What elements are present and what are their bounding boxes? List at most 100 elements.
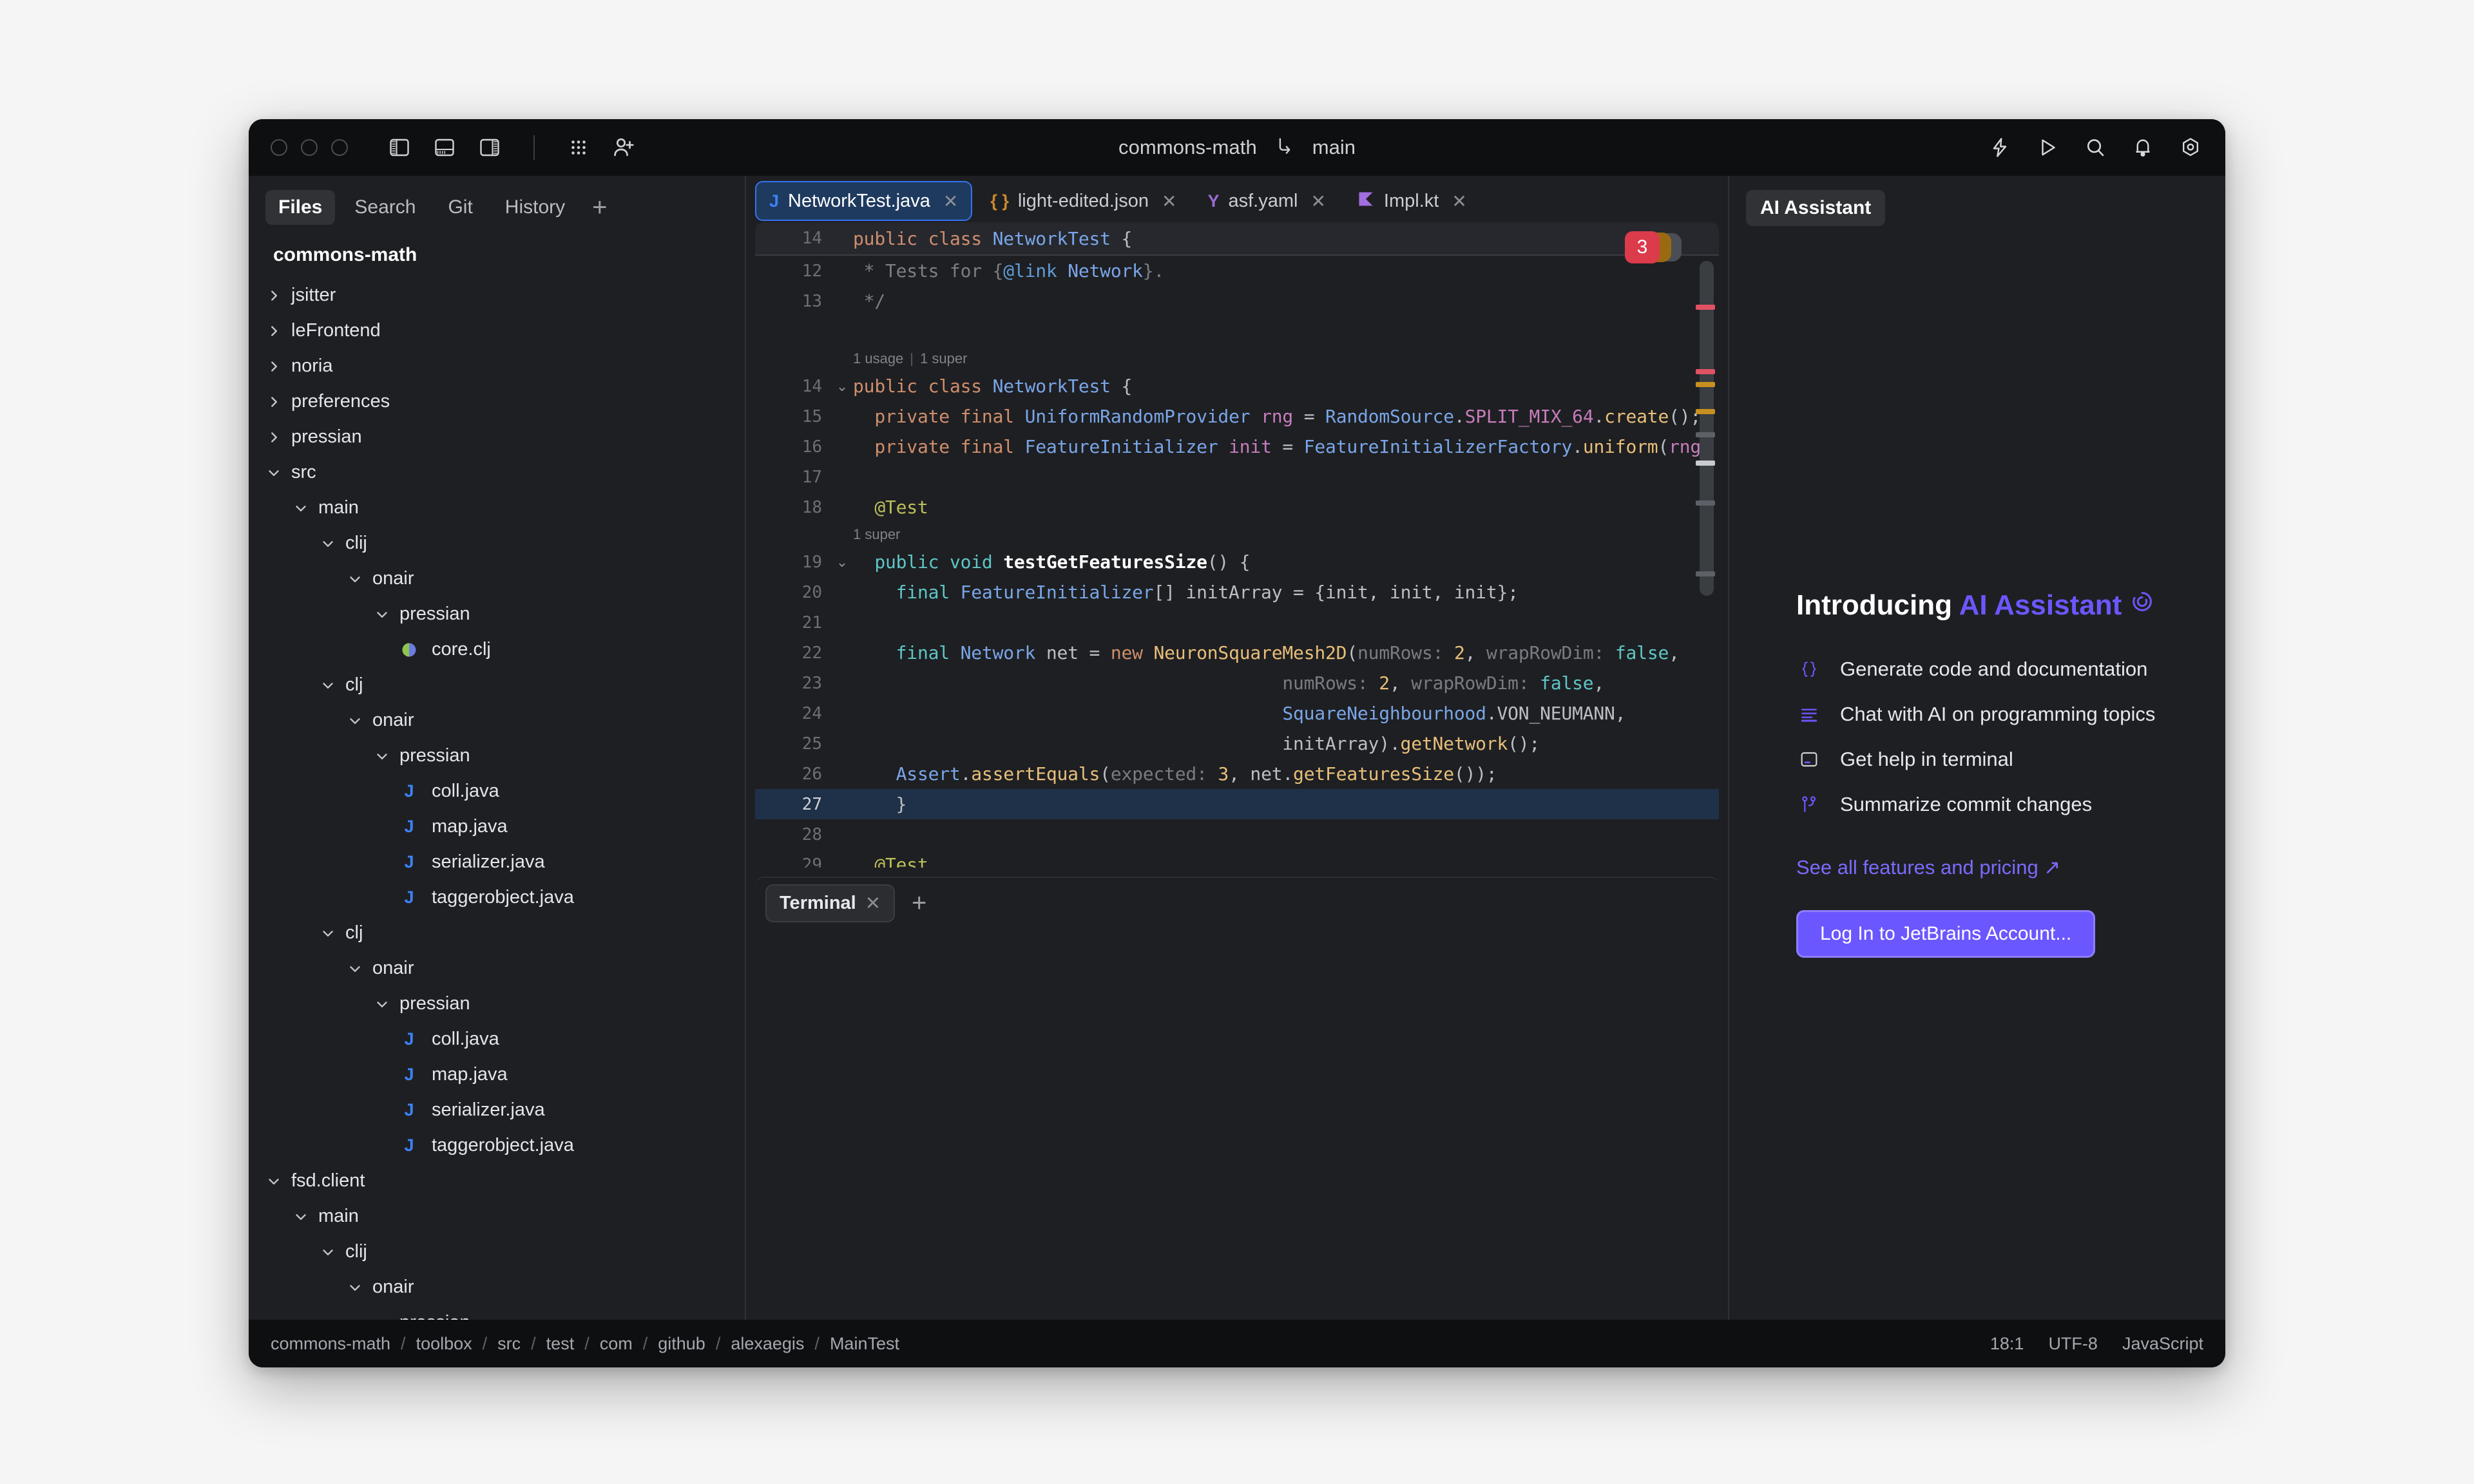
usage-hint[interactable]: 1 super	[853, 526, 900, 543]
code-line[interactable]: 19 ⌄ public void testGetFeaturesSize() {	[755, 547, 1719, 577]
tree-file-item[interactable]: Jserializer.java	[249, 844, 745, 880]
chevron-right-icon[interactable]	[263, 358, 285, 375]
terminal-output[interactable]	[755, 928, 1719, 1311]
sidebar-tab-history[interactable]: History	[492, 190, 578, 225]
ai-assistant-tab[interactable]: AI Assistant	[1746, 190, 1886, 226]
tree-folder-item[interactable]: jsitter	[249, 278, 745, 313]
app-grid-icon[interactable]	[566, 135, 591, 160]
inlay-hint-row[interactable]: 1 usage | 1 super	[755, 347, 1719, 371]
bottom-panel-icon[interactable]	[432, 135, 457, 160]
terminal-tab[interactable]: Terminal ✕	[765, 884, 896, 922]
chevron-down-icon[interactable]	[290, 1208, 312, 1225]
chevron-down-icon[interactable]	[263, 464, 285, 481]
add-user-icon[interactable]	[611, 135, 637, 160]
tree-file-item[interactable]: Jcoll.java	[249, 1022, 745, 1057]
sidebar-tab-git[interactable]: Git	[435, 190, 485, 225]
tree-folder-item[interactable]: src	[249, 455, 745, 490]
code-line-blank[interactable]: 28	[755, 819, 1719, 850]
code-line[interactable]: 24 SquareNeighbourhood.VON_NEUMANN,	[755, 698, 1719, 728]
chevron-down-icon[interactable]	[263, 1173, 285, 1190]
zoom-button[interactable]	[331, 139, 348, 156]
chevron-right-icon[interactable]	[263, 394, 285, 410]
tree-folder-item[interactable]: clj	[249, 915, 745, 951]
caret-position[interactable]: 18:1	[1990, 1334, 2024, 1354]
file-encoding[interactable]: UTF-8	[2048, 1334, 2098, 1354]
tree-file-item[interactable]: Jmap.java	[249, 809, 745, 844]
chevron-down-icon[interactable]	[371, 606, 393, 623]
code-line[interactable]: 25 initArray).getNetwork();	[755, 728, 1719, 759]
tree-folder-item[interactable]: onair	[249, 561, 745, 596]
usage-hint[interactable]: 1 usage | 1 super	[853, 350, 967, 367]
chevron-down-icon[interactable]	[317, 925, 339, 942]
tree-folder-item[interactable]: main	[249, 490, 745, 526]
code-line[interactable]: 15 private final UniformRandomProvider r…	[755, 401, 1719, 432]
left-panel-icon[interactable]	[387, 135, 412, 160]
chevron-down-icon[interactable]	[317, 677, 339, 694]
chevron-down-icon[interactable]	[317, 1244, 339, 1260]
add-sidebar-tab-button[interactable]: +	[584, 195, 615, 220]
tree-file-item[interactable]: Jmap.java	[249, 1057, 745, 1092]
breadcrumb-item[interactable]: MainTest	[830, 1334, 899, 1354]
tree-folder-item[interactable]: pressian	[249, 986, 745, 1022]
editor-tab-networktest[interactable]: J NetworkTest.java ✕	[755, 181, 973, 221]
tree-folder-item[interactable]: onair	[249, 1270, 745, 1305]
file-language[interactable]: JavaScript	[2122, 1334, 2203, 1354]
notifications-icon[interactable]	[2130, 135, 2156, 160]
code-line[interactable]: 29 @Test	[755, 850, 1719, 868]
minimize-button[interactable]	[301, 139, 318, 156]
chevron-right-icon[interactable]	[263, 287, 285, 304]
chevron-down-icon[interactable]	[344, 712, 366, 729]
chevron-down-icon[interactable]	[344, 571, 366, 587]
chevron-right-icon[interactable]	[263, 323, 285, 339]
chevron-down-icon[interactable]	[344, 1279, 366, 1296]
breadcrumb-item[interactable]: github	[658, 1334, 705, 1354]
tree-folder-item[interactable]: clij	[249, 1234, 745, 1270]
editor-markers[interactable]	[1693, 222, 1719, 868]
see-features-link[interactable]: See all features and pricing ↗	[1796, 856, 2185, 879]
inspection-badge[interactable]: 3	[1625, 231, 1682, 263]
close-button[interactable]	[271, 139, 287, 156]
close-icon[interactable]: ✕	[943, 191, 958, 212]
sidebar-tab-files[interactable]: Files	[265, 190, 336, 225]
tree-folder-item[interactable]: onair	[249, 951, 745, 986]
tree-folder-item[interactable]: main	[249, 1199, 745, 1234]
breadcrumb-item[interactable]: com	[600, 1334, 633, 1354]
chevron-down-icon[interactable]	[371, 748, 393, 765]
breadcrumb-item[interactable]: alexaegis	[731, 1334, 804, 1354]
tree-file-item[interactable]: core.clj	[249, 632, 745, 667]
code-line[interactable]: 23 numRows: 2, wrapRowDim: false,	[755, 668, 1719, 698]
tree-file-item[interactable]: Jserializer.java	[249, 1092, 745, 1128]
lightning-icon[interactable]	[1987, 135, 2013, 160]
tree-folder-item[interactable]: preferences	[249, 384, 745, 419]
chevron-down-icon[interactable]	[317, 535, 339, 552]
editor-tab-impl-kt[interactable]: Impl.kt ✕	[1344, 181, 1480, 221]
code-editor[interactable]: 3 14 public class NetworkTest { 12 * Tes…	[755, 222, 1719, 868]
search-icon[interactable]	[2082, 135, 2108, 160]
tree-folder-item[interactable]: leFrontend	[249, 313, 745, 348]
editor-tab-light-edited[interactable]: { } light-edited.json ✕	[977, 181, 1189, 221]
close-icon[interactable]: ✕	[865, 892, 881, 915]
tree-folder-item[interactable]: noria	[249, 348, 745, 384]
add-terminal-button[interactable]: +	[903, 890, 935, 916]
close-icon[interactable]: ✕	[1452, 191, 1466, 212]
code-line-blank[interactable]	[755, 316, 1719, 347]
tree-folder-item[interactable]: clj	[249, 667, 745, 703]
editor-tab-asf-yaml[interactable]: Y asf.yaml ✕	[1194, 181, 1338, 221]
fold-chevron-icon[interactable]: ⌄	[831, 554, 853, 571]
tree-folder-item[interactable]: pressian	[249, 738, 745, 774]
fold-chevron-icon[interactable]: ⌄	[831, 378, 853, 395]
close-icon[interactable]: ✕	[1310, 191, 1325, 212]
chevron-down-icon[interactable]	[371, 1315, 393, 1320]
code-line[interactable]: 18 @Test	[755, 492, 1719, 522]
code-line[interactable]: 14 ⌄ public class NetworkTest {	[755, 371, 1719, 401]
chevron-down-icon[interactable]	[371, 996, 393, 1013]
settings-icon[interactable]	[2178, 135, 2203, 160]
inlay-hint-row[interactable]: 1 super	[755, 522, 1719, 547]
code-line[interactable]: 16 private final FeatureInitializer init…	[755, 432, 1719, 462]
right-panel-icon[interactable]	[477, 135, 503, 160]
tree-folder-item[interactable]: clij	[249, 526, 745, 561]
close-icon[interactable]: ✕	[1162, 191, 1176, 212]
code-line[interactable]: 26 Assert.assertEquals(expected: 3, net.…	[755, 759, 1719, 789]
tree-file-item[interactable]: Jtaggerobject.java	[249, 1128, 745, 1163]
code-line[interactable]: 22 final Network net = new NeuronSquareM…	[755, 638, 1719, 668]
